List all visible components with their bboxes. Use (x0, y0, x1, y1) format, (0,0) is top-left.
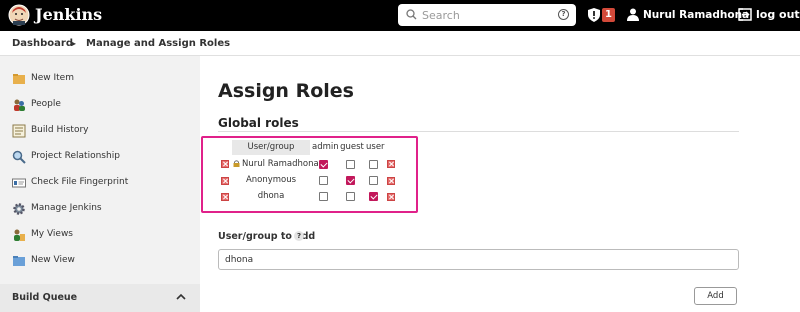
search-box[interactable]: ? (398, 4, 576, 26)
delete-row-icon[interactable] (221, 177, 229, 185)
my-views-icon (14, 229, 25, 241)
project-relationship-icon (12, 150, 26, 164)
delete-row-icon[interactable] (221, 193, 229, 201)
delete-row-icon[interactable] (387, 177, 395, 185)
top-header: Jenkins ? 1 Nurul Ramadhona log out (0, 0, 800, 31)
checkbox-guest-dhona[interactable] (346, 192, 355, 201)
user-name-cell: dhona (257, 191, 285, 201)
breadcrumb: Dashboard ▸ Manage and Assign Roles (0, 31, 800, 56)
delete-row-icon[interactable] (221, 160, 229, 168)
people-icon (14, 99, 25, 111)
delete-row-icon[interactable] (387, 160, 395, 168)
column-header-user: user (366, 140, 385, 155)
sidebar-item-label: New View (31, 255, 75, 265)
new-view-icon (13, 256, 25, 266)
search-input[interactable] (422, 6, 550, 24)
logout-icon[interactable] (738, 8, 752, 21)
gear-icon (13, 203, 25, 215)
chevron-up-icon[interactable] (176, 293, 186, 300)
fingerprint-icon (12, 178, 26, 188)
build-history-icon (12, 124, 26, 138)
breadcrumb-separator-icon: ▸ (72, 39, 77, 48)
checkbox-admin-dhona[interactable] (319, 192, 328, 201)
sidebar-item-label: New Item (31, 73, 74, 83)
checkbox-admin-anonymous[interactable] (319, 176, 328, 185)
user-group-input[interactable] (218, 249, 739, 270)
user-icon (627, 8, 639, 21)
checkbox-guest-nurul-ramadhona[interactable] (346, 160, 355, 169)
notification-badge[interactable]: 1 (602, 8, 615, 22)
checkbox-user-dhona[interactable] (369, 192, 378, 201)
brand-title[interactable]: Jenkins (35, 5, 102, 24)
user-name-cell: Nurul Ramadhona (242, 159, 319, 169)
breadcrumb-manage-assign-roles[interactable]: Manage and Assign Roles (86, 38, 230, 49)
column-header-guest: guest (340, 140, 364, 155)
user-name-link[interactable]: Nurul Ramadhona (643, 9, 749, 21)
jenkins-logo-icon[interactable] (8, 4, 30, 26)
sidebar-item-label: Project Relationship (31, 151, 120, 161)
column-header-admin: admin (312, 140, 339, 155)
section-divider (218, 131, 739, 132)
checkbox-admin-nurul-ramadhona[interactable] (319, 160, 328, 169)
security-shield-icon[interactable] (588, 8, 600, 22)
sidebar-item-label: Check File Fingerprint (31, 177, 129, 187)
checkbox-user-anonymous[interactable] (369, 176, 378, 185)
build-queue-title: Build Queue (12, 292, 78, 303)
sidebar-item-label: My Views (31, 229, 73, 239)
user-name-cell: Anonymous (245, 175, 297, 185)
page-title: Assign Roles (218, 80, 354, 102)
add-button[interactable]: Add (694, 287, 737, 305)
search-icon (406, 9, 417, 20)
search-help-icon[interactable]: ? (558, 9, 569, 20)
checkbox-guest-anonymous[interactable] (346, 176, 355, 185)
sidebar-item-label: Build History (31, 125, 89, 135)
section-title-global-roles: Global roles (218, 116, 299, 130)
sidebar-item-label: People (31, 99, 61, 109)
lock-icon (233, 160, 240, 167)
sidebar-item-label: Manage Jenkins (31, 203, 102, 213)
build-queue-panel[interactable]: Build Queue (0, 284, 200, 312)
checkbox-user-nurul-ramadhona[interactable] (369, 160, 378, 169)
logout-link[interactable]: log out (756, 8, 800, 21)
help-icon[interactable]: ? (294, 231, 304, 241)
column-header-user-group: User/group (232, 140, 310, 155)
new-item-icon (13, 74, 25, 84)
delete-row-icon[interactable] (387, 193, 395, 201)
sidebar: New Item People Build History Project Re… (0, 56, 200, 312)
breadcrumb-dashboard[interactable]: Dashboard (12, 38, 73, 49)
